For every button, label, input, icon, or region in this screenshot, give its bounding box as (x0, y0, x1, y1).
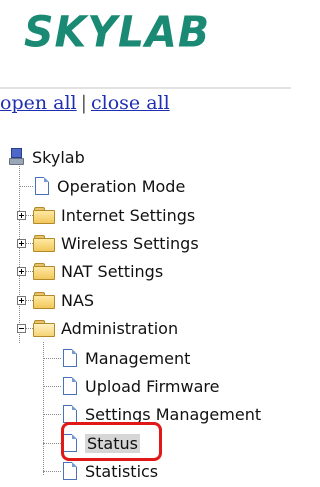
computer-icon (8, 147, 26, 167)
divider (0, 87, 291, 89)
admin-children-line (43, 342, 44, 475)
link-separator: | (80, 92, 88, 114)
tree-branch-line (43, 414, 61, 415)
tree-item-statistics[interactable]: Statistics (61, 457, 158, 485)
tree-item-wireless-settings[interactable]: Wireless Settings (33, 229, 199, 257)
expand-internet-settings-icon[interactable] (17, 211, 26, 220)
tree-branch-line (43, 471, 61, 472)
tree-item-upload-firmware[interactable]: Upload Firmware (61, 372, 219, 400)
expand-nas-icon[interactable] (17, 296, 26, 305)
page-icon (61, 461, 79, 481)
skylab-logo: SKYLAB (24, 6, 211, 58)
tree-branch-line (43, 358, 61, 359)
tree-item-management[interactable]: Management (61, 344, 190, 372)
tree-branch-line (19, 186, 33, 187)
collapse-administration-icon[interactable] (17, 324, 26, 333)
page-icon (61, 348, 79, 368)
expand-wireless-settings-icon[interactable] (17, 239, 26, 248)
tree-item-administration[interactable]: Administration (33, 314, 178, 342)
tree-item-nas[interactable]: NAS (33, 286, 94, 314)
open-folder-icon (33, 320, 55, 337)
page-icon (33, 176, 51, 196)
tree-toggle-links: open all | close all (0, 92, 170, 114)
tree-item-nat-settings[interactable]: NAT Settings (33, 257, 163, 285)
tree-item-internet-settings[interactable]: Internet Settings (33, 201, 195, 229)
page-icon (61, 376, 79, 396)
tree-branch-line (43, 443, 61, 444)
tree-trunk-line (19, 166, 20, 343)
page-icon (61, 404, 79, 424)
tree-item-operation-mode[interactable]: Operation Mode (33, 172, 185, 200)
close-all-link[interactable]: close all (91, 92, 170, 114)
tree-root-skylab[interactable]: Skylab (8, 143, 85, 171)
tree-root-label: Skylab (32, 147, 85, 167)
folder-icon (33, 235, 55, 252)
open-all-link[interactable]: open all (0, 92, 77, 114)
tree-branch-line (43, 386, 61, 387)
status-highlight-box (61, 422, 162, 461)
expand-nat-settings-icon[interactable] (17, 267, 26, 276)
folder-icon (33, 263, 55, 280)
folder-icon (33, 292, 55, 309)
folder-icon (33, 207, 55, 224)
